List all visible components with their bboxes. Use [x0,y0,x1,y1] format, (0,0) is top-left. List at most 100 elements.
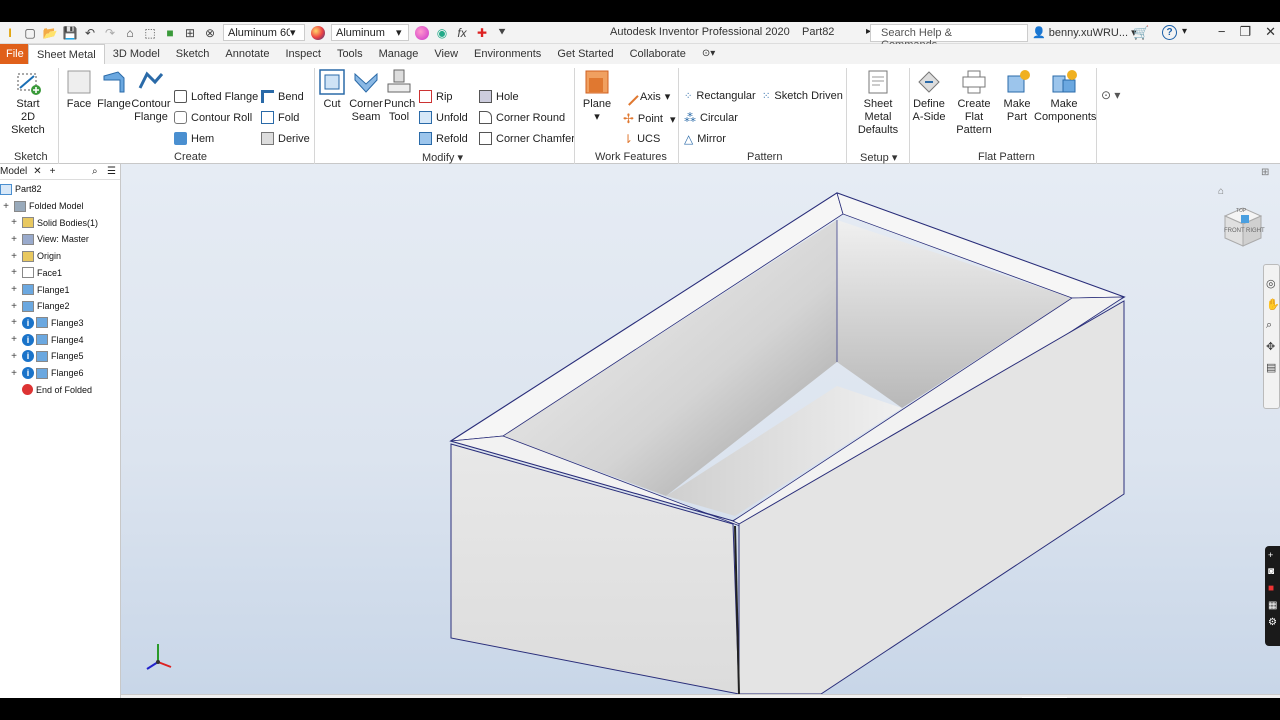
restore-icon[interactable]: ❐ [1239,24,1251,40]
menu-icon[interactable]: ☰ [107,166,116,177]
derive-button[interactable]: Derive [261,132,310,145]
tab-sketch[interactable]: Sketch [168,44,218,64]
image-icon[interactable]: ▦ [1268,600,1280,611]
doc-tab[interactable]: Part82 [1022,696,1068,698]
orbit-icon[interactable]: ✥ [1266,340,1279,353]
tree-item-flange5[interactable]: + i Flange5 [10,349,84,363]
info-icon[interactable]: i [22,367,34,379]
ucs-button[interactable]: ⇂ UCS [623,132,660,146]
look-at-icon[interactable]: ▤ [1266,361,1279,374]
inventor-logo-icon[interactable]: I [3,26,17,40]
zoom-icon[interactable]: ⌕ [1266,319,1279,332]
select-icon[interactable]: ⬚ [143,26,157,40]
create-flat-pattern-button[interactable]: Create Flat Pattern [947,68,1001,137]
tab-3d-model[interactable]: 3D Model [105,44,168,64]
measure-icon[interactable]: ⊞ [183,26,197,40]
expand-icon[interactable]: + [10,317,18,328]
info-icon[interactable]: i [22,316,34,329]
info-icon[interactable]: i [22,350,34,363]
expand-icon[interactable]: + [10,217,18,228]
tree-item-flange1[interactable]: + Flange1 [10,283,70,297]
plane-button[interactable]: Plane ▾ [580,68,614,124]
tab-inspect[interactable]: Inspect [277,44,328,64]
point-button[interactable]: ✢ Point ▾ [623,111,676,127]
corner-round-button[interactable]: Corner Round [479,111,565,124]
add-icon[interactable]: ✚ [475,26,489,40]
undo-icon[interactable]: ↶ [83,26,97,40]
update-icon[interactable]: ■ [163,26,177,40]
expand-icon[interactable]: + [2,201,10,212]
contour-flange-button[interactable]: Contour Flange [131,68,171,124]
help-dropdown-icon[interactable]: ▾ [1182,26,1187,37]
tab-collaborate[interactable]: Collaborate [622,44,694,64]
expand-icon[interactable]: + [10,284,18,295]
ribbon-options-icon[interactable]: ⊙ ▾ [1101,88,1120,102]
tree-item-face1[interactable]: + Face1 [10,266,62,280]
home-view-icon[interactable]: ⌂ [1218,186,1224,197]
add-icon[interactable]: + [50,166,56,177]
customize-qat-icon[interactable]: ⯆ [495,25,509,40]
contour-roll-button[interactable]: Contour Roll [174,111,252,124]
cut-button[interactable]: Cut [318,68,346,111]
search-icon[interactable]: ⌕ [92,166,98,177]
tab-get-started[interactable]: Get Started [549,44,621,64]
make-components-button[interactable]: Make Components [1034,68,1096,124]
search-input[interactable]: Search Help & Commands... [870,24,1028,51]
record-icon[interactable]: ■ [1268,583,1280,594]
group-setup-label[interactable]: Setup ▾ [860,151,897,164]
expand-icon[interactable]: + [10,301,18,312]
tree-item-flange6[interactable]: + i Flange6 [10,366,84,380]
tree-item-view-master[interactable]: + View: Master [10,232,89,246]
expand-icon[interactable]: + [10,251,18,262]
expand-icon[interactable]: + [10,234,18,245]
corner-seam-button[interactable]: Corner Seam [348,68,384,124]
recorder-add-icon[interactable]: + [1268,550,1280,560]
make-part-button[interactable]: Make Part [1002,68,1032,124]
tab-view[interactable]: View [426,44,466,64]
appearance-adjust-icon[interactable]: ◉ [435,26,449,40]
close-icon[interactable]: ✕ [33,166,41,177]
tree-item-flange4[interactable]: + i Flange4 [10,333,84,347]
tree-item-end-of-folded[interactable]: End of Folded [10,383,92,397]
function-icon[interactable]: fx [455,26,469,40]
face-button[interactable]: Face [62,68,96,111]
settings-icon[interactable]: ⚙ [1268,617,1280,628]
material-dropdown[interactable]: Aluminum 6061▾ [223,24,305,41]
tree-item-flange3[interactable]: + i Flange3 [10,316,84,330]
appearance-dropdown[interactable]: Aluminum ▾ [331,24,409,41]
open-icon[interactable]: 📂 [43,26,58,40]
expand-icon[interactable]: + [10,368,18,379]
hole-button[interactable]: Hole [479,90,519,103]
steering-wheel-icon[interactable]: ◎ [1266,277,1279,290]
color-override-icon[interactable] [415,25,429,40]
home-icon[interactable]: ⌂ [123,26,137,40]
tab-annotate[interactable]: Annotate [217,44,277,64]
bend-button[interactable]: Bend [261,90,304,103]
tree-item-flange2[interactable]: + Flange2 [10,299,70,313]
mirror-button[interactable]: △ Mirror [684,132,726,146]
axis-button[interactable]: Axis ▾ [620,87,670,106]
redo-icon[interactable]: ↷ [103,26,117,40]
tab-sheet-metal[interactable]: Sheet Metal [28,44,105,64]
tree-root[interactable]: Part82 [0,182,42,196]
expand-icon[interactable]: + [10,267,18,278]
start-2d-sketch-button[interactable]: Start 2D Sketch [3,68,53,137]
corner-chamfer-button[interactable]: Corner Chamfer [479,132,575,145]
graphics-viewport[interactable]: TOP FRONT RIGHT ⌂ ⊞ ◎ ✋ ⌕ ✥ ▤ + ◙ ■ ▦ ⚙ [121,164,1280,694]
maximize-view-icon[interactable]: ⊞ [1261,167,1269,178]
sketch-driven-pattern-button[interactable]: ⁙ Sketch Driven [762,90,843,102]
camera-icon[interactable]: ◙ [1268,566,1280,577]
expand-icon[interactable]: + [10,334,18,345]
tree-item-origin[interactable]: + Origin [10,249,61,263]
group-modify-label[interactable]: Modify ▾ [422,151,463,164]
minimize-icon[interactable]: − [1218,24,1226,40]
define-aside-button[interactable]: Define A-Side [911,68,947,124]
hem-button[interactable]: Hem [174,132,214,145]
close-doc-icon[interactable]: ⊗ [203,26,217,40]
lofted-flange-button[interactable]: Lofted Flange [174,90,258,103]
info-icon[interactable]: i [22,333,34,346]
punch-tool-button[interactable]: Punch Tool [384,68,415,124]
close-icon[interactable]: ✕ [1265,24,1276,40]
flange-button[interactable]: Flange [97,68,131,111]
expand-icon[interactable]: + [10,351,18,362]
